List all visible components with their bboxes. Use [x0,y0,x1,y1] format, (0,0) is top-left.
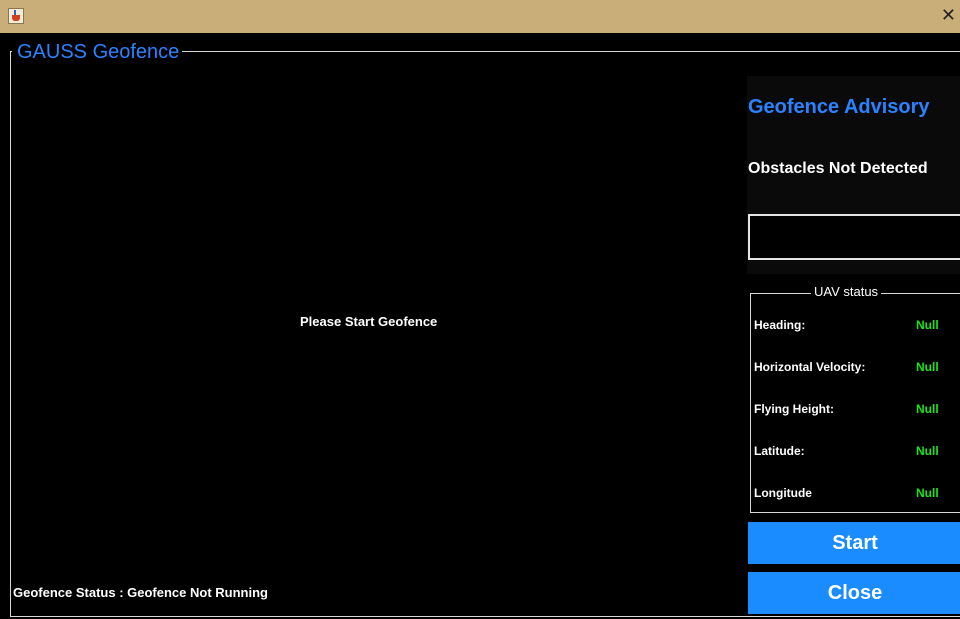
uav-label-longitude: Longitude [754,486,812,500]
uav-row-heading: Heading: Null [754,318,960,336]
advisory-message-box [748,214,960,260]
start-prompt-text: Please Start Geofence [300,314,438,329]
panel-title: GAUSS Geofence [12,40,183,64]
start-button[interactable]: Start [748,522,960,564]
uav-status-title: UAV status [811,283,882,301]
close-button[interactable]: Close [748,572,960,614]
uav-label-flying-height: Flying Height: [754,402,834,416]
uav-row-flying-height: Flying Height: Null [754,402,960,420]
uav-label-horizontal-velocity: Horizontal Velocity: [754,360,866,374]
uav-value-horizontal-velocity: Null [916,360,939,374]
uav-row-horizontal-velocity: Horizontal Velocity: Null [754,360,960,378]
uav-label-heading: Heading: [754,318,806,332]
uav-value-longitude: Null [916,486,939,500]
geofence-status-text: Geofence Status : Geofence Not Running [13,585,268,600]
uav-value-heading: Null [916,318,939,332]
uav-label-latitude: Latitude: [754,444,805,458]
uav-value-latitude: Null [916,444,939,458]
close-button-label: Close [827,581,883,604]
window-titlebar: ✕ [0,0,960,33]
window-close-icon[interactable]: ✕ [941,6,956,26]
uav-row-latitude: Latitude: Null [754,444,960,462]
uav-value-flying-height: Null [916,402,939,416]
uav-row-longitude: Longitude Null [754,486,960,504]
java-app-icon [8,8,24,24]
advisory-title: Geofence Advisory [748,96,930,118]
start-button-label: Start [832,531,878,554]
obstacles-status-text: Obstacles Not Detected [748,160,928,177]
